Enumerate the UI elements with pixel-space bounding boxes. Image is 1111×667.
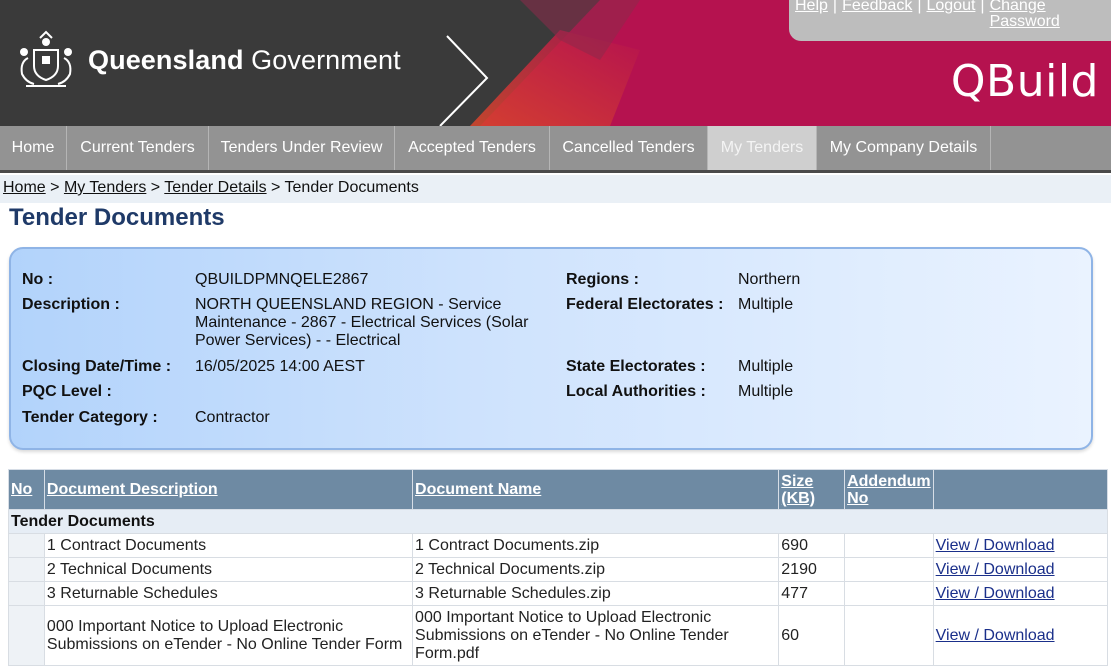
nav-current-tenders[interactable]: Current Tenders	[67, 126, 209, 170]
view-download-link[interactable]: View / Download	[936, 537, 1055, 554]
row-no	[8, 581, 45, 606]
nav-home[interactable]: Home	[0, 126, 67, 170]
tender-no-label: No :	[22, 271, 54, 288]
view-download-link[interactable]: View / Download	[936, 585, 1055, 602]
tender-info-panel: No : QBUILDPMNQELE2867 Description : NOR…	[9, 247, 1093, 450]
page-title: Tender Documents	[9, 204, 225, 231]
col-name[interactable]: Document Name	[412, 469, 780, 510]
tender-no-value: QBUILDPMNQELE2867	[195, 271, 369, 288]
breadcrumb-sep: >	[50, 179, 60, 196]
breadcrumb-sep: >	[150, 179, 161, 196]
table-row: 1 Contract Documents 1 Contract Document…	[8, 533, 1109, 558]
category-value: Contractor	[195, 409, 270, 426]
documents-table: No Document Description Document Name Si…	[8, 469, 1109, 666]
row-size: 690	[778, 533, 846, 558]
row-no	[8, 533, 45, 558]
row-addendum	[844, 557, 934, 582]
col-addendum[interactable]: Addendum No	[844, 469, 934, 510]
closing-label: Closing Date/Time :	[22, 358, 172, 375]
table-row: 2 Technical Documents 2 Technical Docume…	[8, 557, 1109, 582]
sort-addendum-link[interactable]: Addendum No	[847, 473, 931, 507]
breadcrumb-home[interactable]: Home	[3, 179, 46, 196]
feedback-link[interactable]: Feedback	[842, 0, 912, 30]
row-size: 477	[778, 581, 846, 606]
nav-cancelled-tenders[interactable]: Cancelled Tenders	[550, 126, 708, 170]
breadcrumb-my-tenders[interactable]: My Tenders	[64, 179, 146, 196]
top-links-bar: Help | Feedback | Logout | Change Password	[789, 0, 1111, 41]
col-no[interactable]: No	[8, 469, 45, 510]
app-name: QBuild	[950, 56, 1099, 107]
row-size: 60	[778, 605, 846, 666]
row-name: 2 Technical Documents.zip	[412, 557, 780, 582]
federal-label: Federal Electorates :	[566, 296, 724, 313]
pqc-label: PQC Level :	[22, 383, 112, 400]
brand-bold: Queensland	[88, 44, 244, 75]
row-addendum	[844, 605, 934, 666]
local-label: Local Authorities :	[566, 383, 706, 400]
brand-name: Queensland Government	[88, 45, 401, 76]
sort-description-link[interactable]: Document Description	[47, 481, 218, 498]
nav-accepted-tenders[interactable]: Accepted Tenders	[395, 126, 550, 170]
col-size[interactable]: Size (KB)	[778, 469, 846, 510]
row-description: 2 Technical Documents	[43, 557, 414, 582]
row-addendum	[844, 533, 934, 558]
main-nav: Home Current Tenders Tenders Under Revie…	[0, 126, 1111, 173]
row-addendum	[844, 581, 934, 606]
row-action: View / Download	[932, 581, 1109, 606]
row-no	[8, 557, 45, 582]
table-header-row: No Document Description Document Name Si…	[8, 469, 1109, 510]
breadcrumb: Home > My Tenders > Tender Details > Ten…	[0, 175, 1111, 203]
closing-value: 16/05/2025 14:00 AEST	[195, 358, 365, 375]
federal-value: Multiple	[738, 296, 794, 313]
nav-my-tenders[interactable]: My Tenders	[708, 126, 817, 170]
row-action: View / Download	[932, 533, 1109, 558]
nav-tenders-under-review[interactable]: Tenders Under Review	[209, 126, 395, 170]
qld-gov-logo[interactable]: Queensland Government	[14, 28, 401, 92]
state-label: State Electorates :	[566, 358, 706, 375]
coat-of-arms-icon	[20, 30, 72, 87]
row-name: 000 Important Notice to Upload Electroni…	[412, 605, 780, 666]
row-description: 000 Important Notice to Upload Electroni…	[43, 605, 414, 666]
state-value: Multiple	[738, 358, 794, 375]
nav-my-company-details[interactable]: My Company Details	[817, 126, 991, 170]
group-row: Tender Documents	[8, 509, 1108, 534]
sort-name-link[interactable]: Document Name	[415, 481, 541, 498]
local-value: Multiple	[738, 383, 794, 400]
sort-no-link[interactable]: No	[11, 481, 32, 498]
row-size: 2190	[778, 557, 846, 582]
sort-size-link[interactable]: Size (KB)	[781, 473, 815, 507]
change-password-link[interactable]: Change Password	[990, 0, 1107, 30]
breadcrumb-current: Tender Documents	[284, 179, 419, 196]
brand-rest: Government	[251, 44, 401, 75]
table-row: 000 Important Notice to Upload Electroni…	[8, 605, 1109, 666]
breadcrumb-sep: >	[271, 179, 281, 196]
regions-label: Regions :	[566, 271, 639, 288]
col-description[interactable]: Document Description	[43, 469, 414, 510]
row-name: 3 Returnable Schedules.zip	[412, 581, 780, 606]
col-action	[932, 469, 1109, 510]
category-label: Tender Category :	[22, 409, 158, 426]
view-download-link[interactable]: View / Download	[936, 561, 1055, 578]
table-row: 3 Returnable Schedules 3 Returnable Sche…	[8, 581, 1109, 606]
row-action: View / Download	[932, 557, 1109, 582]
row-no	[8, 605, 45, 666]
description-label: Description :	[22, 296, 120, 313]
row-action: View / Download	[932, 605, 1109, 666]
description-value: NORTH QUEENSLAND REGION - Service Mainte…	[195, 296, 529, 349]
help-link[interactable]: Help	[795, 0, 828, 30]
site-header: Queensland Government QBuild Help | Feedb…	[0, 0, 1111, 126]
row-description: 3 Returnable Schedules	[43, 581, 414, 606]
row-name: 1 Contract Documents.zip	[412, 533, 780, 558]
group-label: Tender Documents	[8, 509, 1108, 534]
logout-link[interactable]: Logout	[926, 0, 975, 30]
regions-value: Northern	[738, 271, 801, 288]
view-download-link[interactable]: View / Download	[936, 627, 1055, 644]
breadcrumb-tender-details[interactable]: Tender Details	[164, 179, 266, 196]
row-description: 1 Contract Documents	[43, 533, 414, 558]
